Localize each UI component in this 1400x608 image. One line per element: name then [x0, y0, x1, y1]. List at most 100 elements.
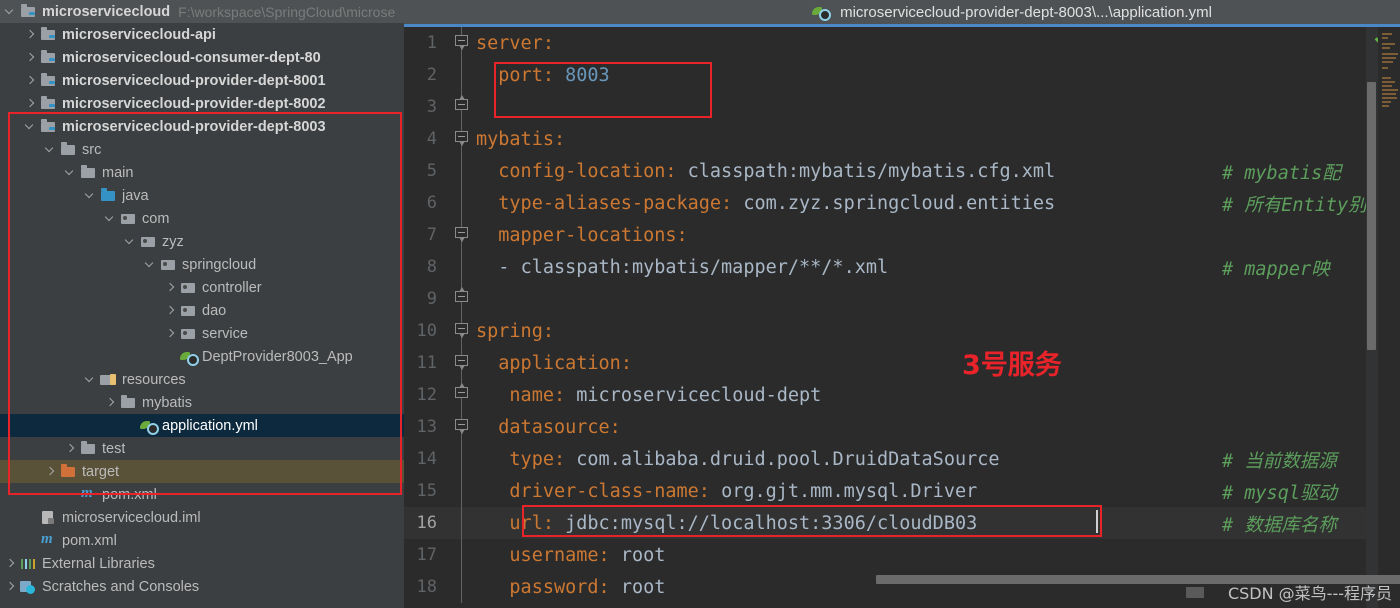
twisty-open-icon[interactable] [124, 235, 137, 248]
gutter-fold-area[interactable] [448, 539, 476, 571]
gutter-fold-area[interactable] [448, 251, 476, 283]
vertical-scrollbar-thumb[interactable] [1367, 82, 1376, 350]
gutter-fold-area[interactable] [448, 27, 476, 59]
twisty-open-icon[interactable] [104, 212, 117, 225]
fold-up-icon[interactable] [455, 287, 469, 306]
gutter-fold-area[interactable] [448, 347, 476, 379]
gutter-fold-area[interactable] [448, 475, 476, 507]
twisty-open-icon[interactable] [84, 373, 97, 386]
twisty-closed-icon[interactable] [64, 442, 77, 455]
tree-item-src[interactable]: src [0, 138, 404, 161]
code-line-16[interactable]: 16 url: jdbc:mysql://localhost:3306/clou… [404, 507, 1400, 539]
gutter-fold-area[interactable] [448, 507, 476, 539]
twisty-closed-icon[interactable] [24, 28, 37, 41]
tree-item-pom-xml[interactable]: pom.xml [0, 529, 404, 552]
tree-item-resources[interactable]: resources [0, 368, 404, 391]
twisty-closed-icon[interactable] [164, 327, 177, 340]
twisty-closed-icon[interactable] [4, 557, 17, 570]
tree-item-microservicecloud-iml[interactable]: microservicecloud.iml [0, 506, 404, 529]
code-lines[interactable]: 1 server: 2 port: 8003 3 4 mybatis: 5 config-l… [404, 27, 1400, 603]
tree-item-microservicecloud-provider-dept-8001[interactable]: microservicecloud-provider-dept-8001 [0, 69, 404, 92]
tree-item-mybatis[interactable]: mybatis [0, 391, 404, 414]
code-line-1[interactable]: 1 server: [404, 27, 1400, 59]
tree-item-microservicecloud-provider-dept-8003[interactable]: microservicecloud-provider-dept-8003 [0, 115, 404, 138]
tree-item-main[interactable]: main [0, 161, 404, 184]
gutter-fold-area[interactable] [448, 571, 476, 603]
tree-item-springcloud[interactable]: springcloud [0, 253, 404, 276]
code-line-8[interactable]: 8 - classpath:mybatis/mapper/**/*.xml # m… [404, 251, 1400, 283]
twisty-open-icon[interactable] [64, 166, 77, 179]
twisty-open-icon[interactable] [84, 189, 97, 202]
tree-item-zyz[interactable]: zyz [0, 230, 404, 253]
code-minimap[interactable] [1378, 27, 1400, 608]
tree-item-target[interactable]: target [0, 460, 404, 483]
tree-item-microservicecloud-provider-dept-8002[interactable]: microservicecloud-provider-dept-8002 [0, 92, 404, 115]
code-line-9[interactable]: 9 [404, 283, 1400, 315]
twisty-open-icon[interactable] [24, 120, 37, 133]
gutter-fold-area[interactable] [448, 411, 476, 443]
code-line-11[interactable]: 11 application: [404, 347, 1400, 379]
twisty-open-icon[interactable] [44, 143, 57, 156]
code-line-15[interactable]: 15 driver-class-name: org.gjt.mm.mysql.D… [404, 475, 1400, 507]
tree-item-external-libraries[interactable]: External Libraries [0, 552, 404, 575]
twisty-open-icon[interactable] [4, 5, 17, 18]
tree-item-microservicecloud-api[interactable]: microservicecloud-api [0, 23, 404, 46]
twisty-closed-icon[interactable] [24, 74, 37, 87]
gutter-fold-area[interactable] [448, 91, 476, 123]
fold-down-icon[interactable] [455, 323, 469, 338]
code-editor-area[interactable]: 1 server: 2 port: 8003 3 4 mybatis: 5 config-l… [404, 27, 1400, 608]
tree-item-application-yml[interactable]: application.yml [0, 414, 404, 437]
tree-item-label: dao [202, 302, 227, 319]
twisty-closed-icon[interactable] [164, 304, 177, 317]
tree-item-pom-xml[interactable]: pom.xml [0, 483, 404, 506]
code-line-2[interactable]: 2 port: 8003 [404, 59, 1400, 91]
twisty-closed-icon[interactable] [4, 580, 17, 593]
gutter-fold-area[interactable] [448, 187, 476, 219]
project-tree[interactable]: microservicecloud F:\workspace\SpringClou… [0, 0, 404, 598]
editor-tab-bar[interactable]: microservicecloud-provider-dept-8003\...… [404, 0, 1400, 24]
tree-item-controller[interactable]: controller [0, 276, 404, 299]
editor-tab-application-yml[interactable]: microservicecloud-provider-dept-8003\...… [812, 4, 1212, 21]
fold-up-icon[interactable] [455, 95, 469, 114]
gutter-fold-area[interactable] [448, 123, 476, 155]
code-line-7[interactable]: 7 mapper-locations: [404, 219, 1400, 251]
project-tree-panel[interactable]: microservicecloud F:\workspace\SpringClou… [0, 0, 404, 608]
twisty-closed-icon[interactable] [104, 396, 117, 409]
tree-item-deptprovider8003-app[interactable]: DeptProvider8003_App [0, 345, 404, 368]
code-line-5[interactable]: 5 config-location: classpath:mybatis/myb… [404, 155, 1400, 187]
fold-down-icon[interactable] [455, 35, 469, 50]
fold-down-icon[interactable] [455, 227, 469, 242]
gutter-fold-area[interactable] [448, 283, 476, 315]
tree-item-service[interactable]: service [0, 322, 404, 345]
fold-down-icon[interactable] [455, 355, 469, 370]
twisty-closed-icon[interactable] [164, 281, 177, 294]
code-line-3[interactable]: 3 [404, 91, 1400, 123]
gutter-fold-area[interactable] [448, 379, 476, 411]
gutter-fold-area[interactable] [448, 59, 476, 91]
code-line-6[interactable]: 6 type-aliases-package: com.zyz.springcl… [404, 187, 1400, 219]
fold-down-icon[interactable] [455, 131, 469, 146]
twisty-closed-icon[interactable] [24, 51, 37, 64]
code-line-14[interactable]: 14 type: com.alibaba.druid.pool.DruidDat… [404, 443, 1400, 475]
twisty-open-icon[interactable] [144, 258, 157, 271]
code-line-10[interactable]: 10 spring: [404, 315, 1400, 347]
fold-up-icon[interactable] [455, 383, 469, 402]
gutter-fold-area[interactable] [448, 155, 476, 187]
tree-item-test[interactable]: test [0, 437, 404, 460]
code-line-17[interactable]: 17 username: root [404, 539, 1400, 571]
twisty-closed-icon[interactable] [44, 465, 57, 478]
fold-down-icon[interactable] [455, 419, 469, 434]
gutter-fold-area[interactable] [448, 443, 476, 475]
tree-item-microservicecloud[interactable]: microservicecloud F:\workspace\SpringClou… [0, 0, 404, 23]
code-line-13[interactable]: 13 datasource: [404, 411, 1400, 443]
tree-item-java[interactable]: java [0, 184, 404, 207]
code-line-12[interactable]: 12 name: microservicecloud-dept [404, 379, 1400, 411]
gutter-fold-area[interactable] [448, 219, 476, 251]
code-line-4[interactable]: 4 mybatis: [404, 123, 1400, 155]
twisty-closed-icon[interactable] [24, 97, 37, 110]
gutter-fold-area[interactable] [448, 315, 476, 347]
tree-item-com[interactable]: com [0, 207, 404, 230]
tree-item-dao[interactable]: dao [0, 299, 404, 322]
tree-item-scratches-and-consoles[interactable]: Scratches and Consoles [0, 575, 404, 598]
tree-item-microservicecloud-consumer-dept-80[interactable]: microservicecloud-consumer-dept-80 [0, 46, 404, 69]
